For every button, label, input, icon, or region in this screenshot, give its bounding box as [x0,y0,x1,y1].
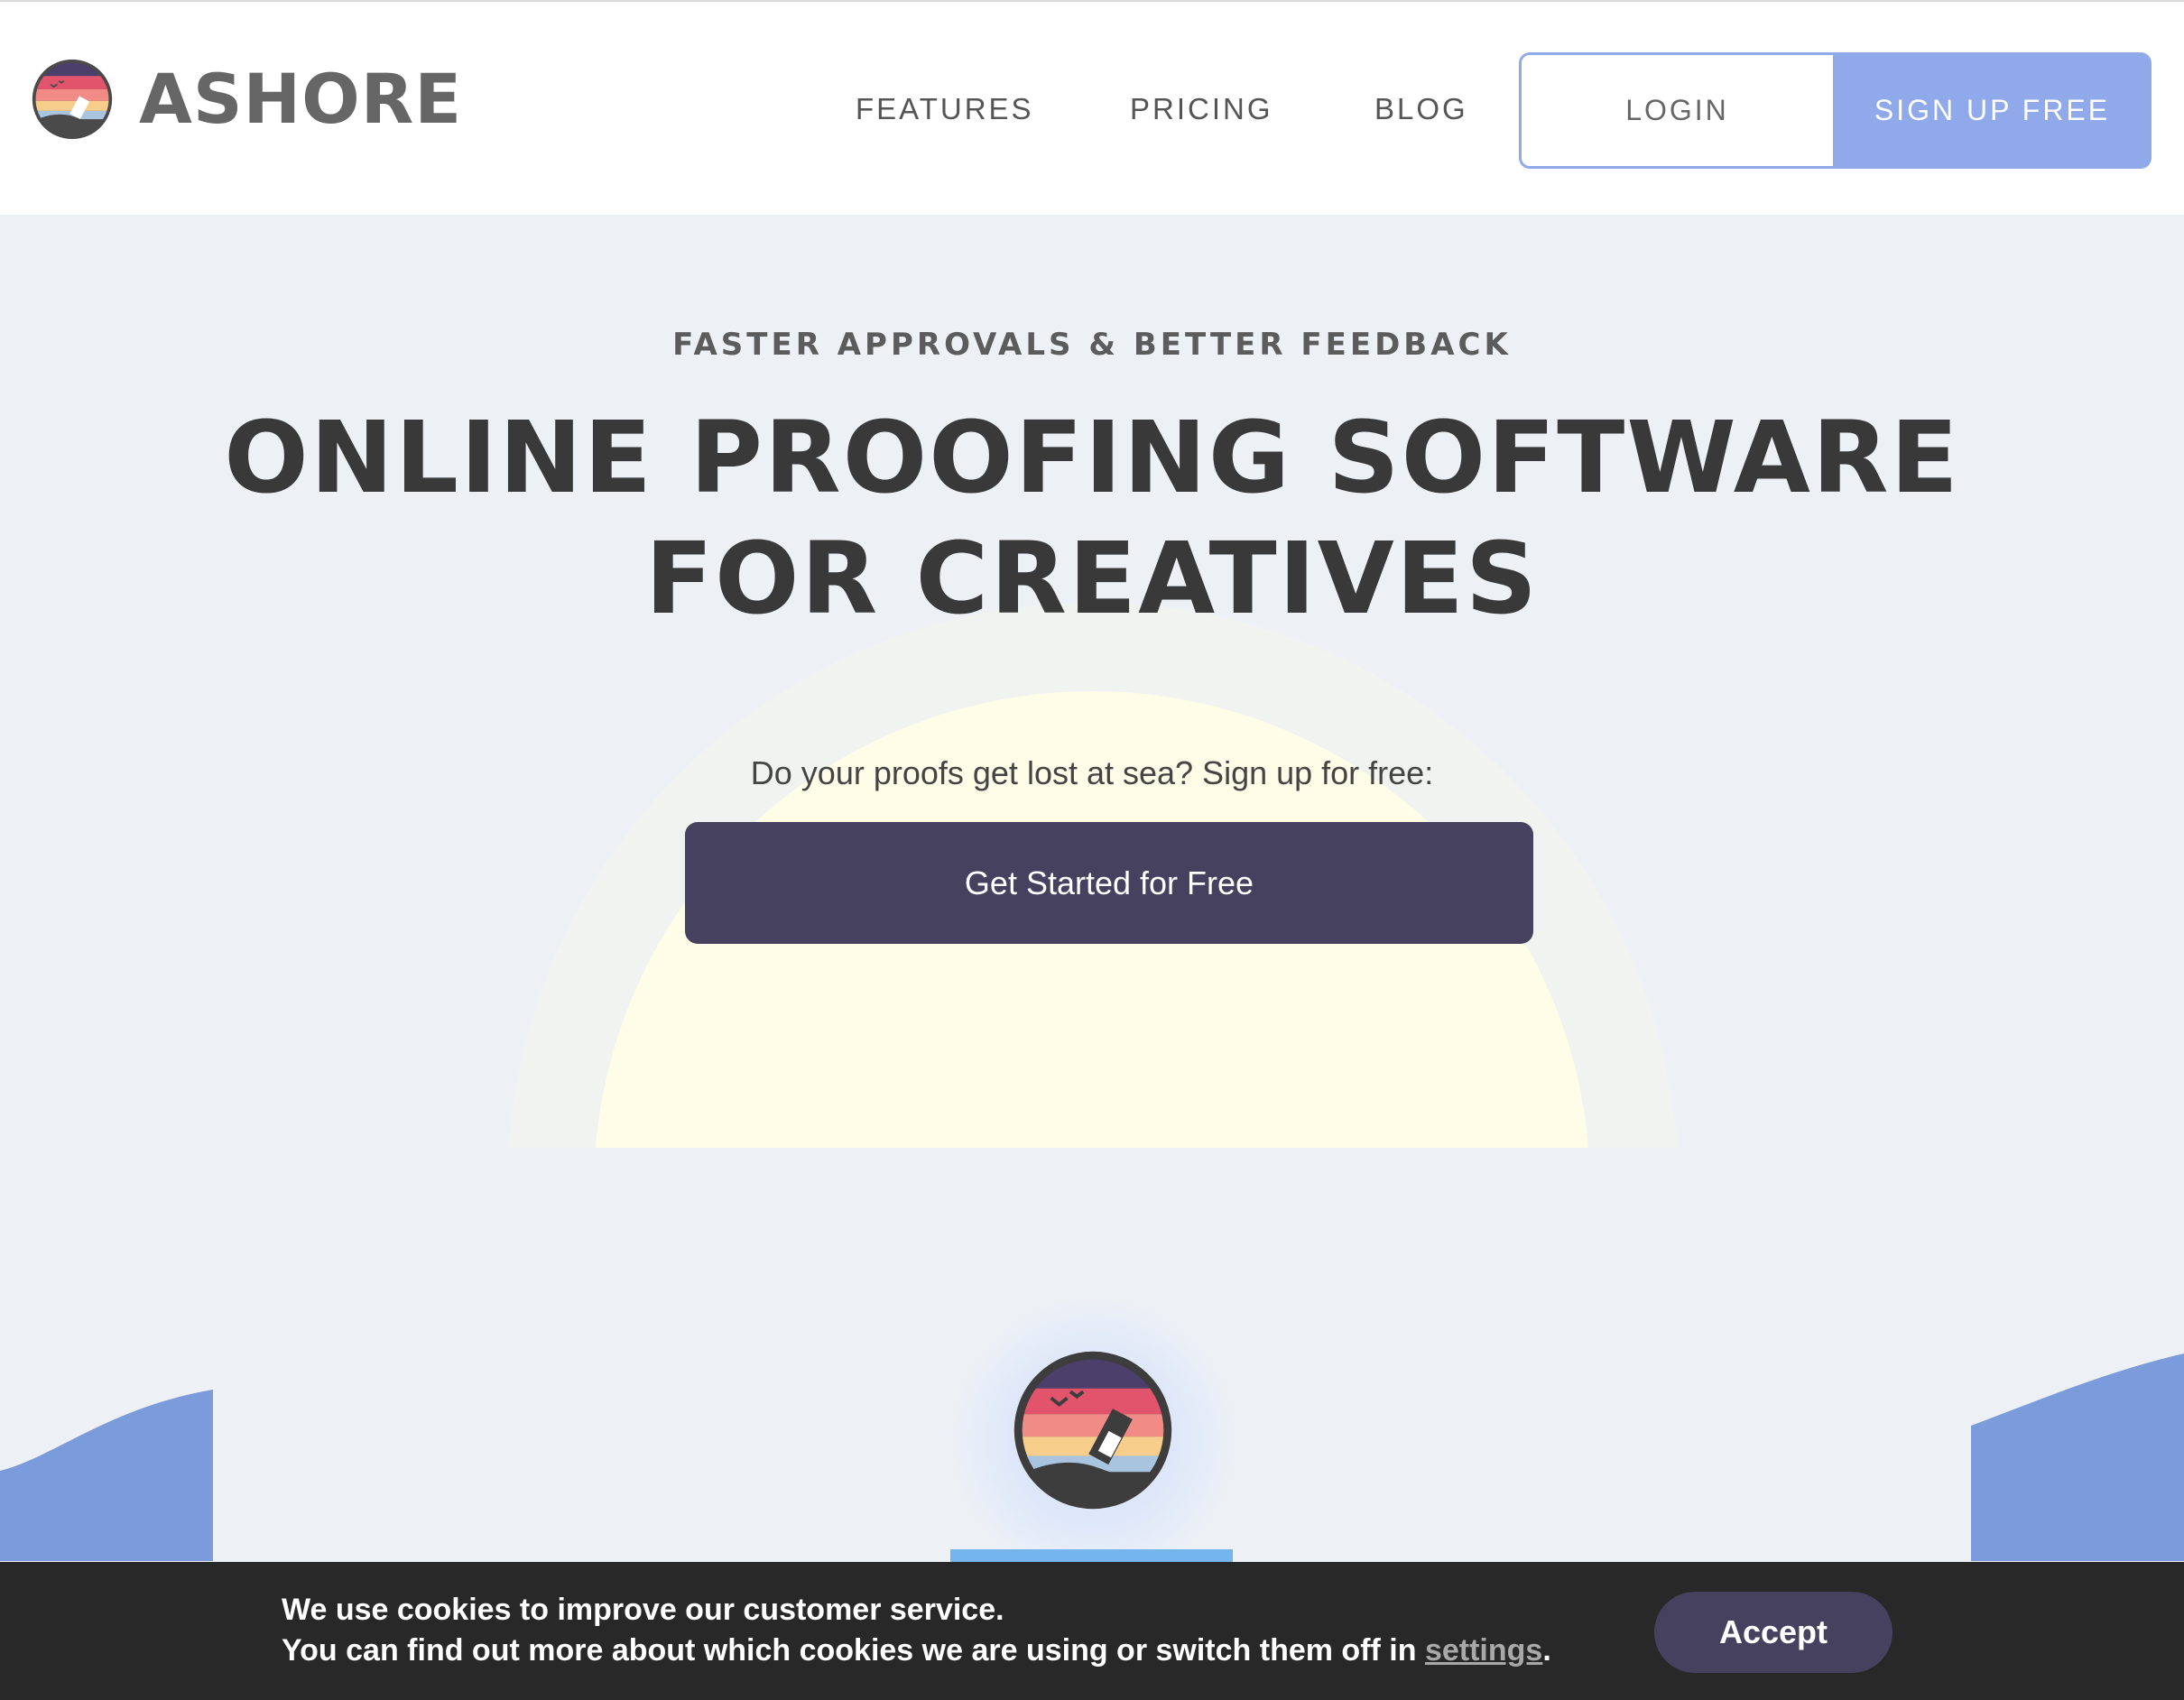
site-header: ASHORE FEATURES PRICING BLOG LOGIN SIGN … [0,0,2184,215]
wave-right-decoration [1971,1354,2184,1561]
wave-left-decoration [0,1390,213,1561]
cookie-message-line-1: We use cookies to improve our customer s… [282,1593,1004,1627]
nav-pricing-link[interactable]: PRICING [1130,94,1273,124]
get-started-button[interactable]: Get Started for Free [685,822,1533,944]
cookie-message-suffix: . [1542,1633,1551,1668]
brand-logo[interactable]: ASHORE [31,58,462,141]
cookie-message-prefix: You can find out more about which cookie… [282,1633,1425,1668]
cookie-settings-link[interactable]: settings [1425,1633,1542,1668]
hero-subtext: Do your proofs get lost at sea? Sign up … [750,754,1434,791]
ashore-logo-icon [32,59,113,140]
hero-tagline: FASTER APPROVALS & BETTER FEEDBACK [672,327,1512,363]
hero-headline: ONLINE PROOFING SOFTWARE FOR CREATIVES [0,397,2184,639]
signup-button[interactable]: SIGN UP FREE [1833,52,2152,169]
cookie-message-line-2: You can find out more about which cookie… [282,1633,1551,1668]
headline-line-1: ONLINE PROOFING SOFTWARE [224,400,1960,515]
nav-features-link[interactable]: FEATURES [856,94,1034,124]
nav-blog-link[interactable]: BLOG [1374,94,1468,124]
login-button[interactable]: LOGIN [1519,52,1833,169]
message-in-bottle-badge-icon [1013,1351,1172,1510]
headline-line-2: FOR CREATIVES [644,521,1540,636]
loading-bar [950,1549,1233,1562]
cookie-banner: We use cookies to improve our customer s… [0,1562,2184,1700]
brand-name: ASHORE [139,59,463,139]
accept-cookies-button[interactable]: Accept [1654,1592,1892,1673]
